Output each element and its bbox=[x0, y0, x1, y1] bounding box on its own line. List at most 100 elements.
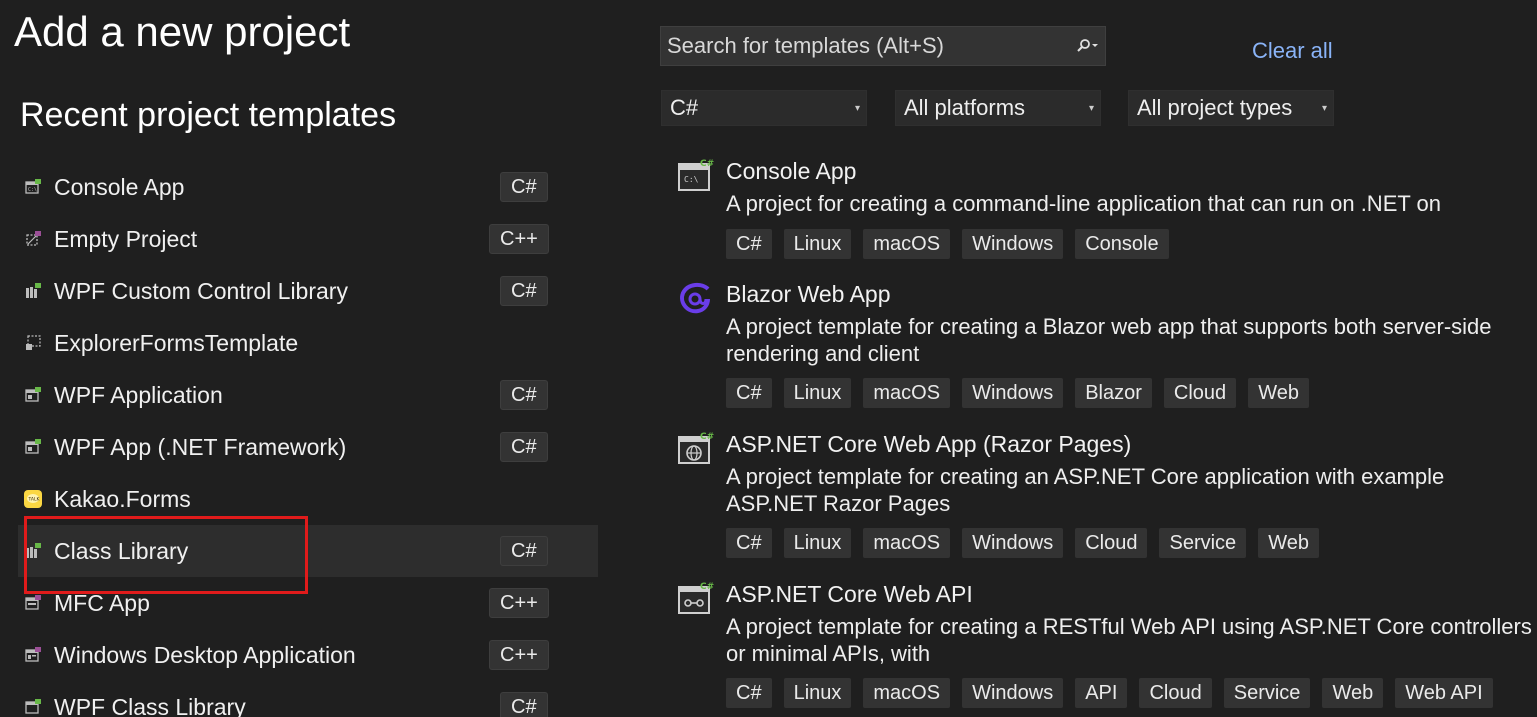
svg-text:TALK: TALK bbox=[28, 497, 41, 503]
recent-item-label: Kakao.Forms bbox=[54, 485, 191, 512]
wpf-library-icon bbox=[24, 698, 42, 716]
tag: Windows bbox=[962, 378, 1064, 408]
tag: Web bbox=[1248, 378, 1309, 408]
tag: Blazor bbox=[1075, 378, 1152, 408]
page-title: Add a new project bbox=[14, 8, 351, 55]
tag: Web bbox=[1258, 528, 1319, 558]
recent-item-label: Console App bbox=[54, 173, 185, 200]
recent-item-wpf-class-library[interactable]: WPF Class Library C# bbox=[18, 681, 598, 717]
recent-item-wpf-app-net-framework[interactable]: WPF App (.NET Framework) C# bbox=[18, 421, 598, 473]
tag: API bbox=[1075, 678, 1128, 708]
language-badge: C# bbox=[500, 172, 548, 202]
recent-item-mfc-app[interactable]: MFC App C++ bbox=[18, 577, 598, 629]
language-badge: C++ bbox=[489, 640, 549, 670]
platform-filter-dropdown[interactable]: All platforms ▾ bbox=[895, 90, 1101, 126]
class-library-icon bbox=[24, 542, 42, 560]
template-aspnet-core-web-app-razor-pages[interactable]: C# ASP.NET Core Web App (Razor Pages) A … bbox=[672, 431, 1537, 571]
svg-text:C:\: C:\ bbox=[684, 175, 699, 184]
tag: Cloud bbox=[1075, 528, 1148, 558]
tag: Windows bbox=[962, 229, 1064, 259]
recent-item-label: MFC App bbox=[54, 589, 150, 616]
recent-item-label: WPF Class Library bbox=[54, 693, 246, 717]
language-filter-dropdown[interactable]: C# ▾ bbox=[661, 90, 867, 126]
recent-item-console-app[interactable]: C:\ Console App C# bbox=[18, 161, 598, 213]
search-input[interactable] bbox=[661, 32, 1069, 60]
tag: Linux bbox=[783, 378, 852, 408]
svg-text:C#: C# bbox=[700, 432, 714, 442]
template-description: A project template for creating a Blazor… bbox=[726, 314, 1492, 366]
template-tags: C# Linux macOS Windows Cloud Service Web bbox=[726, 528, 1319, 558]
language-badge: C++ bbox=[489, 224, 549, 254]
template-tags: C# Linux macOS Windows Console bbox=[726, 229, 1169, 259]
template-console-app[interactable]: C:\ C# Console App A project for creating… bbox=[672, 158, 1537, 278]
svg-text:C#: C# bbox=[700, 159, 714, 169]
mfc-icon bbox=[24, 594, 42, 612]
recent-item-wpf-custom-control-library[interactable]: WPF Custom Control Library C# bbox=[18, 265, 598, 317]
tag: C# bbox=[726, 528, 772, 558]
tag: Web API bbox=[1395, 678, 1493, 708]
template-blazor-web-app[interactable]: Blazor Web App A project template for cr… bbox=[672, 281, 1537, 421]
recent-item-label: WPF App (.NET Framework) bbox=[54, 433, 347, 460]
tag: Service bbox=[1223, 678, 1311, 708]
wpf-app-icon bbox=[24, 438, 42, 456]
project-type-filter-value: All project types bbox=[1137, 95, 1293, 120]
tag: Console bbox=[1075, 229, 1169, 259]
svg-text:C:\: C:\ bbox=[28, 187, 37, 193]
chevron-down-icon: ▾ bbox=[1088, 102, 1094, 114]
template-title: ASP.NET Core Web API bbox=[726, 581, 973, 607]
recent-item-label: Windows Desktop Application bbox=[54, 641, 356, 668]
clear-all-link[interactable]: Clear all bbox=[1252, 38, 1333, 64]
blazor-icon bbox=[678, 281, 714, 317]
search-icon[interactable] bbox=[1069, 27, 1105, 65]
kakao-icon: TALK bbox=[24, 490, 42, 508]
recent-item-label: ExplorerFormsTemplate bbox=[54, 329, 299, 356]
recent-item-class-library[interactable]: Class Library C# bbox=[18, 525, 598, 577]
language-badge: C# bbox=[500, 536, 548, 566]
template-title: ASP.NET Core Web App (Razor Pages) bbox=[726, 431, 1132, 457]
web-globe-icon: C# bbox=[678, 431, 714, 467]
chevron-down-icon: ▾ bbox=[1321, 102, 1327, 114]
recent-item-empty-project[interactable]: Empty Project C++ bbox=[18, 213, 598, 265]
recent-item-label: Class Library bbox=[54, 537, 189, 564]
recent-templates-list: C:\ Console App C# Empty Project C++ WPF… bbox=[18, 161, 598, 717]
recent-item-windows-desktop-application[interactable]: Windows Desktop Application C++ bbox=[18, 629, 598, 681]
tag: Cloud bbox=[1139, 678, 1212, 708]
console-icon: C:\ bbox=[24, 178, 42, 196]
tag: macOS bbox=[863, 528, 951, 558]
recent-item-explorer-forms-template[interactable]: ExplorerFormsTemplate bbox=[18, 317, 598, 369]
recent-templates-heading: Recent project templates bbox=[20, 96, 397, 134]
tag: macOS bbox=[863, 678, 951, 708]
desktop-app-icon bbox=[24, 646, 42, 664]
console-template-icon: C:\ C# bbox=[678, 158, 714, 194]
recent-item-kakao-forms[interactable]: TALK Kakao.Forms bbox=[18, 473, 598, 525]
wpf-library-icon bbox=[24, 282, 42, 300]
template-title: Blazor Web App bbox=[726, 281, 891, 307]
template-description: A project for creating a command-line ap… bbox=[726, 191, 1441, 216]
language-badge: C# bbox=[500, 380, 548, 410]
tag: C# bbox=[726, 229, 772, 259]
svg-text:C#: C# bbox=[700, 582, 714, 592]
empty-project-icon bbox=[24, 230, 42, 248]
recent-item-label: Empty Project bbox=[54, 225, 198, 252]
template-description: A project template for creating a RESTfu… bbox=[726, 614, 1532, 666]
recent-item-wpf-application[interactable]: WPF Application C# bbox=[18, 369, 598, 421]
forms-icon bbox=[24, 334, 42, 352]
project-type-filter-dropdown[interactable]: All project types ▾ bbox=[1128, 90, 1334, 126]
tag: Cloud bbox=[1163, 378, 1237, 408]
tag: Web bbox=[1322, 678, 1384, 708]
language-badge: C# bbox=[500, 276, 548, 306]
language-badge: C++ bbox=[489, 588, 549, 618]
template-aspnet-core-web-api[interactable]: C# ASP.NET Core Web API A project templa… bbox=[672, 581, 1537, 717]
platform-filter-value: All platforms bbox=[904, 95, 1026, 120]
recent-item-label: WPF Custom Control Library bbox=[54, 277, 348, 304]
chevron-down-icon: ▾ bbox=[854, 102, 860, 114]
tag: Windows bbox=[962, 678, 1064, 708]
template-search-box bbox=[660, 26, 1106, 66]
tag: Linux bbox=[783, 678, 852, 708]
language-badge: C# bbox=[500, 432, 548, 462]
web-api-icon: C# bbox=[678, 581, 714, 617]
tag: macOS bbox=[863, 378, 951, 408]
tag: Linux bbox=[783, 229, 852, 259]
add-new-project-dialog: Add a new project Recent project templat… bbox=[0, 0, 1537, 717]
wpf-app-icon bbox=[24, 386, 42, 404]
